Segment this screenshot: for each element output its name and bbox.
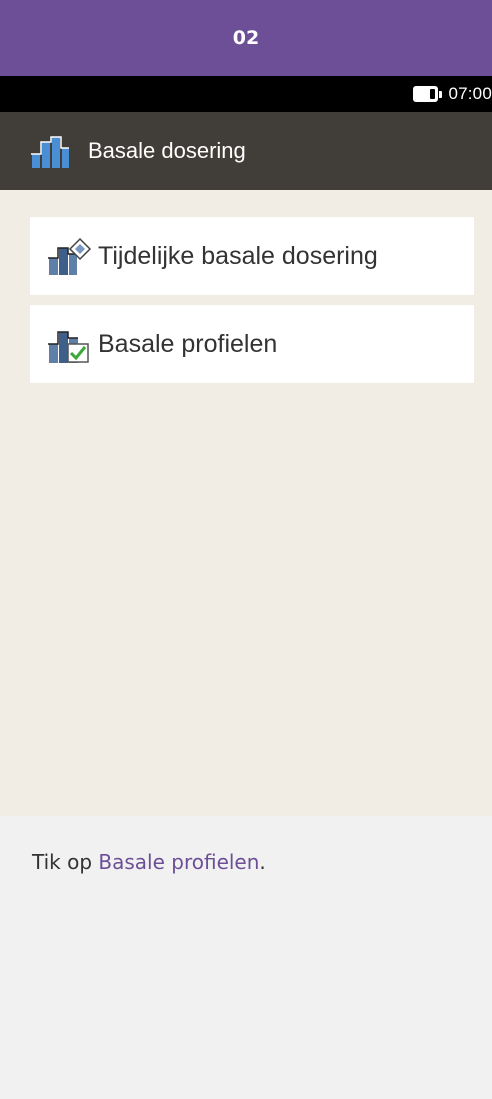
menu-item-basal-profiles[interactable]: Basale profielen [30, 305, 474, 383]
instruction-text: Tik op Basale profielen. [0, 816, 492, 1099]
status-time: 07:00 [448, 84, 492, 103]
basal-chart-icon [31, 136, 69, 168]
battery-icon [413, 86, 443, 102]
menu-item-label: Tijdelijke basale dosering [98, 241, 378, 270]
step-number: 02 [232, 27, 260, 49]
title-bar: Basale dosering [0, 112, 492, 190]
page-title: Basale dosering [88, 138, 246, 163]
menu-item-label: Basale profielen [98, 329, 278, 358]
instruction-suffix: . [259, 850, 266, 874]
menu-item-temp-basal[interactable]: Tijdelijke basale dosering [30, 217, 474, 295]
step-header: 02 [0, 0, 492, 76]
instruction-prefix: Tik op [32, 850, 99, 874]
instruction-highlight: Basale profielen [98, 850, 260, 874]
basal-profiles-icon [48, 331, 89, 363]
status-bar: 07:00 [0, 76, 492, 112]
device-screen: 07:00 Basale dosering Tijdelijke basale … [0, 76, 492, 816]
temp-basal-icon [48, 237, 92, 275]
